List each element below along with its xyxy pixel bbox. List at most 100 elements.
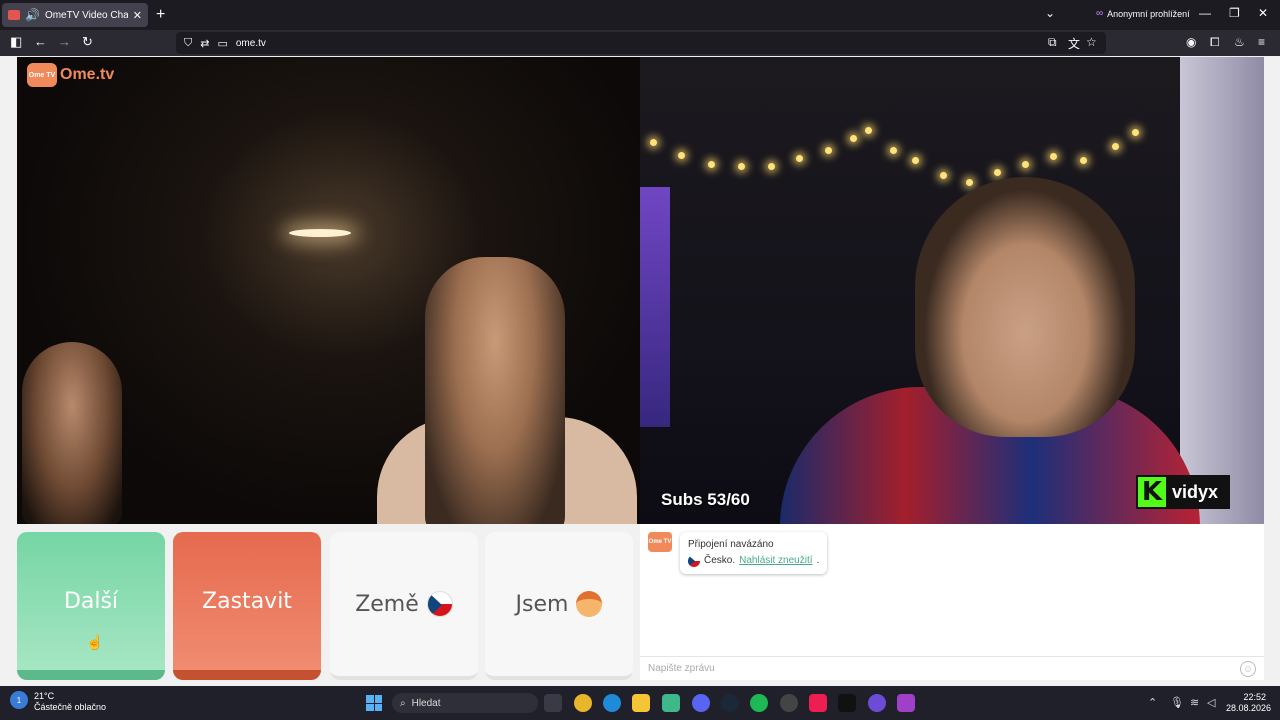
menu-icon[interactable]: ≡ <box>1258 35 1265 49</box>
video-person-left <box>22 342 122 524</box>
country-label: Země <box>355 591 419 617</box>
string-light <box>708 161 715 168</box>
tab-ometv[interactable]: 🔊 OmeTV Video Chat — Ome ✕ <box>2 3 148 27</box>
new-tab-button[interactable]: + <box>156 6 165 24</box>
restore-icon[interactable]: ❐ <box>1229 6 1240 20</box>
forward-icon[interactable]: → <box>58 34 71 49</box>
country-selector-button[interactable]: Země <box>330 532 478 680</box>
sidebar-icon[interactable]: ◧ <box>10 34 22 50</box>
czech-flag-icon <box>688 555 700 567</box>
string-light <box>1022 161 1029 168</box>
gender-selector-button[interactable]: Jsem <box>485 532 633 680</box>
string-light <box>994 169 1001 176</box>
weather-widget[interactable]: 1 21°C Částečně oblačno <box>10 691 106 713</box>
system-clock[interactable]: 22:52 28.08.2026 <box>1226 692 1271 714</box>
string-light <box>1050 153 1057 160</box>
search-placeholder[interactable]: Hledat <box>412 698 441 709</box>
stop-button[interactable]: Zastavit <box>173 532 321 680</box>
list-tabs-chevron-icon[interactable]: ⌄ <box>1045 6 1055 20</box>
close-window-icon[interactable]: ✕ <box>1258 6 1268 20</box>
volume-icon[interactable]: ◁ <box>1207 696 1215 709</box>
tab-title: OmeTV Video Chat — Ome <box>44 9 128 21</box>
bookmark-star-icon[interactable]: ☆ <box>1086 35 1097 49</box>
camera-icon[interactable]: ▭ <box>217 37 227 50</box>
obs-icon[interactable] <box>780 694 798 712</box>
address-bar[interactable]: ⛉ ⇄ ▭ ome.tv <box>176 32 1106 54</box>
string-light <box>912 157 919 164</box>
speaker-icon[interactable]: 🔊 <box>25 8 40 22</box>
report-suffix: . <box>816 555 820 566</box>
boy-face-icon <box>576 591 603 617</box>
emoji-icon[interactable]: ☺ <box>1240 661 1256 677</box>
logo-text: Ome.tv <box>60 66 115 83</box>
private-browsing-label: Anonymní prohlížení <box>1107 8 1190 19</box>
show-hidden-icons-chevron-icon[interactable]: ⌃ <box>1148 696 1157 709</box>
remote-video: Ome TV Ome.tv <box>17 57 640 524</box>
report-abuse-link[interactable]: Nahlásit zneužití <box>739 553 812 569</box>
app-circle-icon[interactable] <box>868 694 886 712</box>
private-mask-icon: ∞ <box>1096 8 1104 19</box>
string-light <box>1132 129 1139 136</box>
temperature: 21°C <box>34 691 55 701</box>
navigation-bar: ◧ ← → ↻ ⛉ ⇄ ▭ ome.tv ⧉ 文 ☆ ◉ ⧠ ♨ ≡ <box>0 30 1280 56</box>
video-person-head <box>915 177 1135 437</box>
string-light <box>865 127 872 134</box>
microphone-icon[interactable]: 🎙 <box>1170 696 1184 709</box>
windows-taskbar: 1 21°C Částečně oblačno ⌕ Hledat ⌃ 🎙 ≋ ◁… <box>0 686 1280 720</box>
logo-tv-icon: Ome TV <box>27 63 57 87</box>
minimize-icon[interactable]: — <box>1199 6 1211 20</box>
permissions-icon[interactable]: ⇄ <box>200 37 209 50</box>
extension-flame-icon[interactable]: ♨ <box>1234 35 1245 49</box>
string-light <box>1112 143 1119 150</box>
white-wall <box>1180 57 1264 524</box>
url-text[interactable]: ome.tv <box>236 38 266 49</box>
capcut-icon[interactable] <box>838 694 856 712</box>
task-view-icon[interactable] <box>544 694 562 712</box>
string-light <box>850 135 857 142</box>
string-light <box>678 152 685 159</box>
extensions-icon[interactable]: ⧠ <box>1210 35 1220 50</box>
taskbar-search[interactable]: ⌕ Hledat <box>392 693 538 713</box>
start-button[interactable] <box>366 695 382 711</box>
hand-cursor-icon: ☝ <box>86 634 104 650</box>
vidyx-badge: K vidyx <box>1136 475 1230 509</box>
chat-panel: Ome TV Připojení navázáno Česko. Nahlási… <box>640 524 1264 680</box>
close-tab-icon[interactable]: ✕ <box>133 9 142 22</box>
tiktok-icon[interactable] <box>809 694 827 712</box>
next-button[interactable]: Další <box>17 532 165 680</box>
local-video: Subs 53/60 K vidyx <box>640 57 1264 524</box>
led-shelf <box>640 187 670 427</box>
account-icon[interactable]: ◉ <box>1186 35 1196 49</box>
picture-in-picture-icon[interactable]: ⧉ <box>1048 35 1057 50</box>
string-light <box>650 139 657 146</box>
subs-overlay: Subs 53/60 <box>661 490 750 509</box>
string-light <box>825 147 832 154</box>
discord-icon[interactable] <box>692 694 710 712</box>
string-light <box>940 172 947 179</box>
shield-icon[interactable]: ⛉ <box>184 37 192 50</box>
string-light <box>768 163 775 170</box>
file-explorer-icon[interactable] <box>632 694 650 712</box>
gender-label: Jsem <box>515 591 569 617</box>
firefox-private-icon[interactable] <box>897 694 915 712</box>
ometv-page: Ome TV Ome.tv Subs 53/60 K vidyx Další ☝… <box>0 56 1280 686</box>
clock-time: 22:52 <box>1243 692 1266 702</box>
edge-icon[interactable] <box>603 694 621 712</box>
chrome-icon[interactable] <box>574 694 592 712</box>
string-light <box>1080 157 1087 164</box>
spotify-icon[interactable] <box>750 694 768 712</box>
next-label: Další <box>63 588 119 614</box>
back-icon[interactable]: ← <box>34 34 47 49</box>
wifi-icon[interactable]: ≋ <box>1190 696 1199 709</box>
chat-message-input[interactable]: Napište zprávu ☺ <box>640 656 1264 680</box>
notepad-icon[interactable] <box>662 694 680 712</box>
system-message: Ome TV Připojení navázáno Česko. Nahlási… <box>648 532 828 574</box>
steam-icon[interactable] <box>721 694 739 712</box>
translate-icon[interactable]: 文 <box>1068 35 1080 52</box>
chat-input-placeholder[interactable]: Napište zprávu <box>648 663 715 674</box>
weather-icon: 1 <box>10 691 28 709</box>
search-icon: ⌕ <box>400 697 406 709</box>
video-person-right <box>425 257 565 524</box>
weather-description: Částečně oblačno <box>34 702 107 712</box>
reload-icon[interactable]: ↻ <box>82 34 93 50</box>
